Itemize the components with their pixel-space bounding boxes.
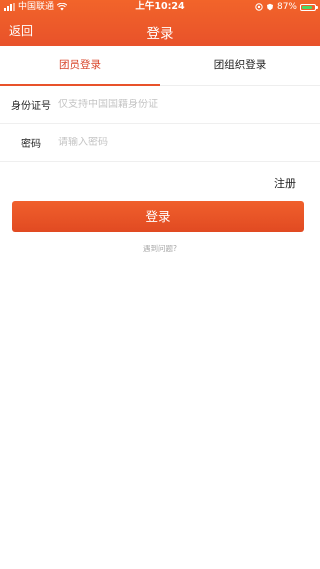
- register-link[interactable]: 注册: [274, 175, 296, 191]
- alarm-icon: [266, 3, 273, 11]
- login-type-tabs: 团员登录 团组织登录: [0, 46, 320, 86]
- tab-organization-login[interactable]: 团组织登录: [160, 46, 320, 85]
- password-row: 密码: [0, 124, 320, 162]
- password-label: 密码: [21, 139, 41, 150]
- status-bar: 中国联通 上午10:24 87%: [0, 0, 320, 14]
- id-number-label: 身份证号: [11, 101, 51, 112]
- status-bar-right: 87%: [255, 0, 318, 14]
- tab-member-login[interactable]: 团员登录: [0, 46, 160, 86]
- page-title: 登录: [146, 26, 174, 42]
- help-link[interactable]: 遇到问题?: [0, 243, 320, 254]
- password-input[interactable]: [58, 137, 298, 148]
- location-icon: [255, 3, 263, 11]
- battery-percent: 87%: [276, 2, 297, 12]
- login-button[interactable]: 登录: [12, 201, 304, 232]
- app-header: 中国联通 上午10:24 87% 返回 登录: [0, 0, 320, 46]
- id-number-input[interactable]: [58, 99, 298, 110]
- battery-icon: [300, 3, 318, 11]
- id-number-row: 身份证号: [0, 86, 320, 124]
